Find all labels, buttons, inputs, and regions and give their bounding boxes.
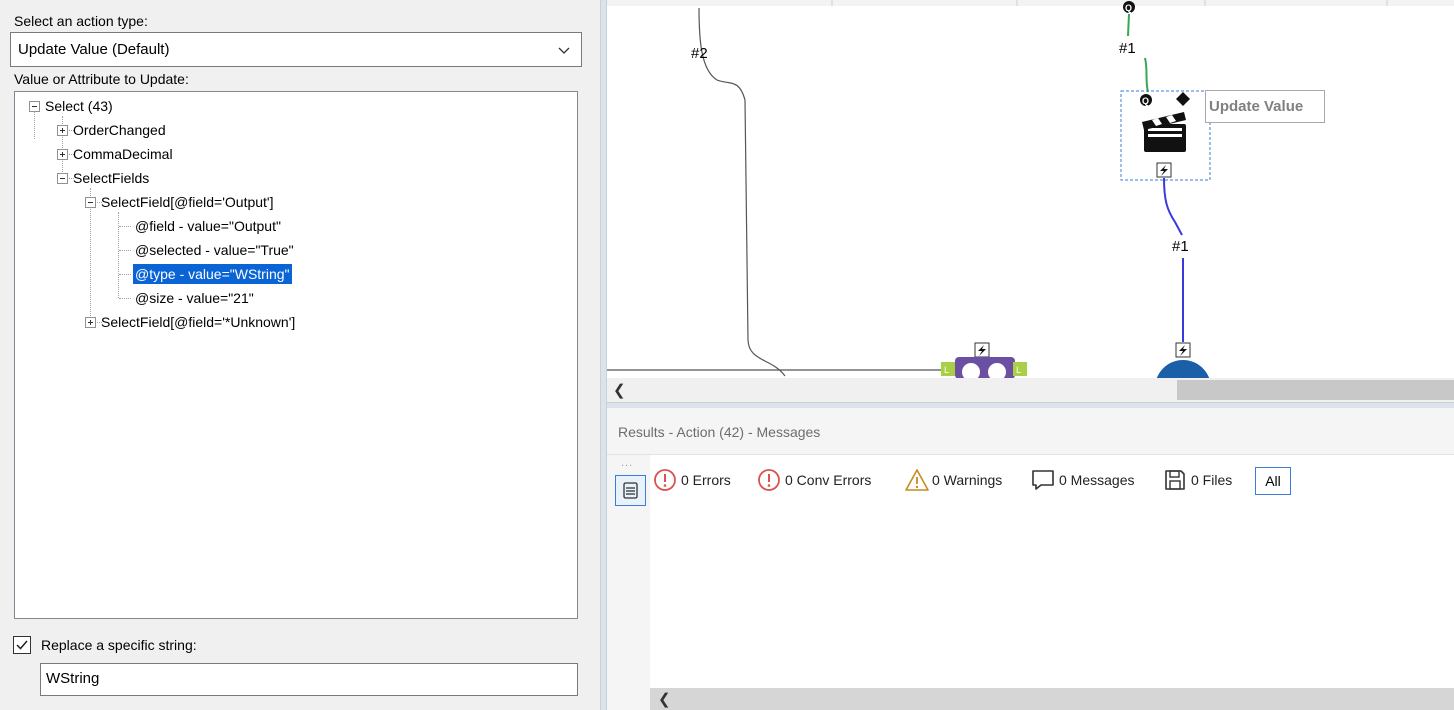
svg-text:L: L [944,365,949,375]
workflow-canvas[interactable]: Q Q L L #2 #1 #1 Update Value [607,0,1454,378]
collapse-icon[interactable] [57,173,68,184]
configuration-panel: Select an action type: Update Value (Def… [0,0,600,710]
canvas-horizontal-scrollbar[interactable]: ❮ [607,378,1454,402]
chevron-down-icon [558,47,570,54]
tree-node-size-attr[interactable]: @size - value="21" [133,288,256,308]
warning-icon [905,469,929,491]
list-view-button[interactable] [615,475,646,506]
canvas-drawing: Q Q L L [607,0,1454,378]
tool-tooltip: Update Value [1205,90,1325,123]
results-side-toolbar: ... [607,455,650,710]
error-icon [654,469,676,491]
connection-label-1b: #1 [1172,238,1189,255]
replace-string-input[interactable]: WString [40,663,578,696]
svg-text:L: L [1016,365,1021,375]
checkmark-icon [16,640,28,650]
replace-string-label: Replace a specific string: [41,637,197,653]
lightning-icon [1175,342,1191,358]
value-attribute-label: Value or Attribute to Update: [14,71,189,87]
tree-node-select[interactable]: Select (43) [43,96,115,116]
filter-errors[interactable]: 0 Errors [653,468,743,492]
filter-files[interactable]: 0 Files [1163,468,1248,492]
filter-warnings[interactable]: 0 Warnings [904,468,1024,492]
conv-error-icon [758,469,780,491]
diamond-anchor-icon [1176,92,1190,106]
scroll-left-icon[interactable]: ❮ [658,690,671,708]
more-dots-icon[interactable]: ... [621,457,633,469]
expand-icon[interactable] [57,149,68,160]
expand-icon[interactable] [85,317,96,328]
svg-text:Q: Q [1125,3,1132,13]
connection-2 [698,7,786,377]
tree-node-selectfield-output[interactable]: SelectField[@field='Output'] [99,192,275,212]
action-type-dropdown[interactable]: Update Value (Default) [10,32,582,67]
results-title: Results - Action (42) - Messages [618,424,821,440]
browse-tool-icon [1156,360,1210,378]
tree-node-orderchanged[interactable]: OrderChanged [71,120,168,140]
connection-label-2: #2 [691,45,708,62]
message-icon [1032,470,1054,490]
tree-node-selected-attr[interactable]: @selected - value="True" [133,240,296,260]
list-icon [623,482,638,499]
results-panel: Results - Action (42) - Messages ... 0 E… [607,408,1454,710]
action-type-label: Select an action type: [14,13,148,29]
action-type-value: Update Value (Default) [18,41,170,58]
filter-all-button[interactable]: All [1255,467,1291,495]
filter-conv-errors[interactable]: 0 Conv Errors [757,468,897,492]
connection-label-1a: #1 [1119,40,1136,57]
clapperboard-icon [1142,112,1186,152]
expand-icon[interactable] [57,125,68,136]
file-icon [1165,470,1185,490]
tree-node-commadecimal[interactable]: CommaDecimal [71,144,175,164]
tree-node-field-attr[interactable]: @field - value="Output" [133,216,283,236]
svg-text:Q: Q [1142,96,1149,106]
tree-node-type-attr[interactable]: @type - value="WString" [133,264,292,284]
filter-messages[interactable]: 0 Messages [1031,468,1151,492]
lightning-icon [1156,162,1172,178]
panel-splitter[interactable] [600,0,607,710]
results-horizontal-scrollbar[interactable]: ❮ [650,688,1454,710]
collapse-icon[interactable] [29,101,40,112]
results-header: Results - Action (42) - Messages [607,408,1454,455]
tree-node-selectfields[interactable]: SelectFields [71,168,151,188]
xml-tree-view[interactable]: Select (43) OrderChanged CommaDecimal Se… [14,91,578,619]
replace-string-checkbox[interactable] [13,636,31,654]
scroll-thumb[interactable] [1177,380,1454,400]
join-tool-icon: L L [941,357,1027,378]
scroll-left-icon[interactable]: ❮ [613,381,626,399]
collapse-icon[interactable] [85,197,96,208]
lightning-icon [974,342,990,358]
tree-node-selectfield-unknown[interactable]: SelectField[@field='*Unknown'] [99,312,297,332]
